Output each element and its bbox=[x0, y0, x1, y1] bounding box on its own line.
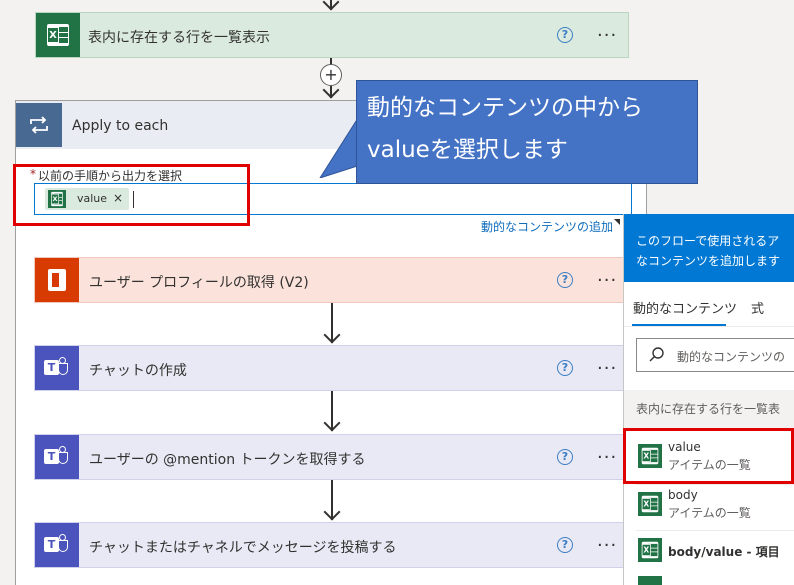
highlight-box bbox=[623, 428, 794, 484]
step-icon-box: T bbox=[35, 435, 79, 479]
more-options-icon[interactable]: ··· bbox=[597, 449, 617, 467]
loop-icon-box bbox=[16, 103, 62, 147]
tab-dynamic-content[interactable]: 動的なコンテンツ bbox=[633, 298, 737, 317]
step-icon-box: T bbox=[35, 523, 79, 567]
step-card-create-chat[interactable]: T チャットの作成 ? ··· bbox=[34, 345, 626, 391]
partial-item-icon bbox=[638, 576, 662, 585]
step-card-get-profile[interactable]: ユーザー プロフィールの取得 (V2) ? ··· bbox=[34, 257, 626, 303]
link-corner-mark bbox=[614, 219, 620, 225]
panel-info-banner: このフローで使用されるア なコンテンツを追加します bbox=[624, 214, 794, 282]
arrow-head-icon bbox=[323, 503, 341, 521]
step-title: チャットの作成 bbox=[89, 363, 187, 379]
excel-icon: X bbox=[47, 24, 69, 46]
teams-icon: T bbox=[44, 357, 70, 379]
teams-icon: T bbox=[44, 446, 70, 468]
list-divider bbox=[636, 530, 794, 531]
item-name: body/value - 項目 bbox=[668, 545, 780, 559]
more-options-icon[interactable]: ··· bbox=[597, 272, 617, 290]
step-title: 表内に存在する行を一覧表示 bbox=[88, 30, 270, 46]
list-item-body-value[interactable]: X body/value - 項目 bbox=[636, 532, 794, 576]
step-title: ユーザー プロフィールの取得 (V2) bbox=[89, 275, 309, 291]
excel-icon: X bbox=[641, 495, 659, 513]
help-icon[interactable]: ? bbox=[557, 360, 573, 376]
callout-line-2: valueを選択します bbox=[367, 137, 568, 163]
arrow-head-icon bbox=[323, 326, 341, 344]
step-title: ユーザーの @mention トークンを取得する bbox=[89, 452, 366, 468]
help-icon[interactable]: ? bbox=[557, 27, 573, 43]
highlight-box bbox=[13, 164, 250, 226]
help-icon[interactable]: ? bbox=[557, 272, 573, 288]
section-title: 表内に存在する行を一覧表 bbox=[636, 402, 781, 416]
tab-divider bbox=[624, 326, 794, 327]
excel-icon: X bbox=[641, 541, 659, 559]
panel-info-line-2: なコンテンツを追加します bbox=[636, 254, 781, 268]
item-icon-box: X bbox=[638, 538, 662, 562]
teams-icon: T bbox=[44, 534, 70, 556]
add-dynamic-content-link[interactable]: 動的なコンテンツの追加 bbox=[481, 218, 613, 235]
office-icon bbox=[46, 268, 68, 292]
dynamic-content-search[interactable]: 動的なコンテンツの bbox=[636, 338, 794, 372]
item-name: body bbox=[668, 488, 698, 502]
callout-line-1: 動的なコンテンツの中から bbox=[367, 95, 643, 121]
loop-icon bbox=[30, 116, 48, 134]
step-icon-box bbox=[35, 258, 79, 302]
step-title: Apply to each bbox=[72, 118, 169, 134]
search-placeholder: 動的なコンテンツの bbox=[677, 350, 786, 364]
help-icon[interactable]: ? bbox=[557, 449, 573, 465]
search-icon bbox=[649, 347, 664, 362]
item-icon-box: X bbox=[638, 492, 662, 516]
dynamic-content-panel: このフローで使用されるア なコンテンツを追加します 動的なコンテンツ 式 動的な… bbox=[623, 214, 794, 585]
arrow-head-icon bbox=[323, 414, 341, 432]
step-title: チャットまたはチャネルでメッセージを投稿する bbox=[89, 540, 397, 556]
item-desc: アイテムの一覧 bbox=[668, 506, 751, 520]
more-options-icon[interactable]: ··· bbox=[597, 360, 617, 378]
list-item-body[interactable]: X body アイテムの一覧 bbox=[636, 484, 794, 528]
help-icon[interactable]: ? bbox=[557, 537, 573, 553]
step-card-get-mention[interactable]: T ユーザーの @mention トークンを取得する ? ··· bbox=[34, 434, 626, 480]
panel-info-line-1: このフローで使用されるア bbox=[636, 234, 780, 248]
tab-expression[interactable]: 式 bbox=[751, 298, 764, 317]
callout-box: 動的なコンテンツの中から valueを選択します bbox=[356, 80, 698, 184]
step-icon-box: T bbox=[35, 346, 79, 390]
step-card-post-message[interactable]: T チャットまたはチャネルでメッセージを投稿する ? ··· bbox=[34, 522, 626, 568]
step-icon-box: X bbox=[36, 13, 80, 57]
arrow-head-icon bbox=[322, 0, 340, 11]
more-options-icon[interactable]: ··· bbox=[597, 27, 617, 45]
step-card-list-rows[interactable]: X 表内に存在する行を一覧表示 ? ··· bbox=[35, 12, 629, 58]
panel-section-header: 表内に存在する行を一覧表 bbox=[624, 390, 794, 430]
more-options-icon[interactable]: ··· bbox=[597, 537, 617, 555]
